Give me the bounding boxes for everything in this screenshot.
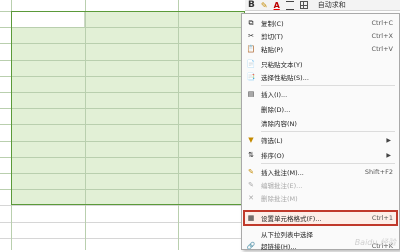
menu-item-label: 插入批注(M)... [261, 169, 304, 177]
cut-icon: ✂ [248, 32, 254, 40]
menu-separator [261, 163, 395, 164]
menu-item-label: 删除(D)... [261, 106, 291, 114]
menu-item-format-cells[interactable]: ▦ 设置单元格格式(F)... Ctrl+1 [242, 212, 399, 224]
paste-text-icon: 📄 [246, 60, 256, 68]
font-color-button[interactable]: A [274, 0, 280, 10]
menu-separator [261, 131, 395, 132]
menu-item-label: 复制(C) [261, 20, 284, 28]
menu-item-label: 设置单元格格式(F)... [261, 215, 322, 223]
menu-item-sort[interactable]: ⇅ 排序(O) ▶ [242, 149, 399, 161]
menu-item-shortcut: Ctrl+C [371, 19, 393, 27]
watermark: Baidu 经验 [354, 238, 396, 247]
bold-button[interactable]: B [248, 0, 255, 10]
grid-row-line [0, 222, 245, 223]
menu-item-filter[interactable]: ▼ 筛选(L) ▶ [242, 134, 399, 146]
menu-item-cut[interactable]: ✂ 剪切(T) Ctrl+X [242, 30, 399, 42]
submenu-arrow-icon: ▶ [386, 136, 391, 144]
menu-item-label: 排序(O) [261, 152, 285, 160]
menu-item-label: 粘贴(P) [261, 46, 283, 54]
paste-special-icon: 📑 [246, 73, 256, 81]
menu-item-label: 只粘贴文本(Y) [261, 61, 303, 69]
menu-item-label: 选择性粘贴(S)... [261, 74, 309, 82]
delete-comment-icon: ✕ [248, 194, 254, 202]
align-icon[interactable] [285, 0, 294, 10]
menu-item-delete[interactable]: 删除(D)... [242, 103, 399, 115]
menu-item-label: 插入(I)... [261, 91, 288, 99]
mini-toolbar: B ✎ A 自动求和 [245, 0, 400, 11]
menu-item-insert-comment[interactable]: ✎ 插入批注(M)... Shift+F2 [242, 166, 399, 178]
context-menu: ⧉ 复制(C) Ctrl+C ✂ 剪切(T) Ctrl+X 📋 粘贴(P) Ct… [241, 13, 400, 251]
menu-item-label: 筛选(L) [261, 137, 283, 145]
menu-item-label: 删除批注(M) [261, 195, 298, 203]
menu-item-delete-comment[interactable]: ✕ 删除批注(M) [242, 192, 399, 204]
menu-item-label: 从下拉列表中选择 [261, 231, 313, 239]
menu-item-paste-text[interactable]: 📄 只粘贴文本(Y) [242, 58, 399, 70]
menu-item-shortcut: Shift+F2 [364, 168, 393, 176]
autosum-button[interactable]: 自动求和 [318, 0, 346, 10]
menu-item-clear-contents[interactable]: 清除内容(N) [242, 117, 399, 129]
menu-item-edit-comment[interactable]: ✎ 编辑批注(E)... [242, 179, 399, 191]
menu-item-paste[interactable]: 📋 粘贴(P) Ctrl+V [242, 43, 399, 55]
menu-item-label: 清除内容(N) [261, 120, 297, 128]
comment-icon: ✎ [248, 168, 254, 176]
borders-icon[interactable] [299, 0, 308, 10]
copy-icon: ⧉ [248, 18, 254, 27]
menu-separator [261, 85, 395, 86]
menu-item-label: 编辑批注(E)... [261, 182, 303, 190]
menu-item-insert[interactable]: ▤ 插入(I)... [242, 88, 399, 100]
menu-item-label: 剪切(T) [261, 33, 284, 41]
fill-color-icon[interactable]: ✎ [261, 0, 268, 10]
selection-border [11, 11, 245, 205]
menu-item-shortcut: Ctrl+X [371, 32, 393, 40]
paste-icon: 📋 [246, 45, 256, 53]
grid-row-line [0, 238, 245, 239]
menu-item-paste-special[interactable]: 📑 选择性粘贴(S)... [242, 71, 399, 83]
submenu-arrow-icon: ▶ [386, 151, 391, 159]
insert-icon: ▤ [247, 90, 255, 98]
menu-item-shortcut: Ctrl+V [371, 45, 393, 53]
menu-item-shortcut: Ctrl+1 [371, 214, 393, 222]
format-cells-icon: ▦ [247, 214, 255, 222]
sort-icon: ⇅ [248, 151, 254, 159]
filter-icon: ▼ [248, 136, 254, 144]
menu-item-copy[interactable]: ⧉ 复制(C) Ctrl+C [242, 17, 399, 29]
edit-comment-icon: ✎ [248, 181, 254, 189]
grid-row-line [0, 205, 245, 206]
hyperlink-icon: 🔗 [246, 242, 256, 250]
